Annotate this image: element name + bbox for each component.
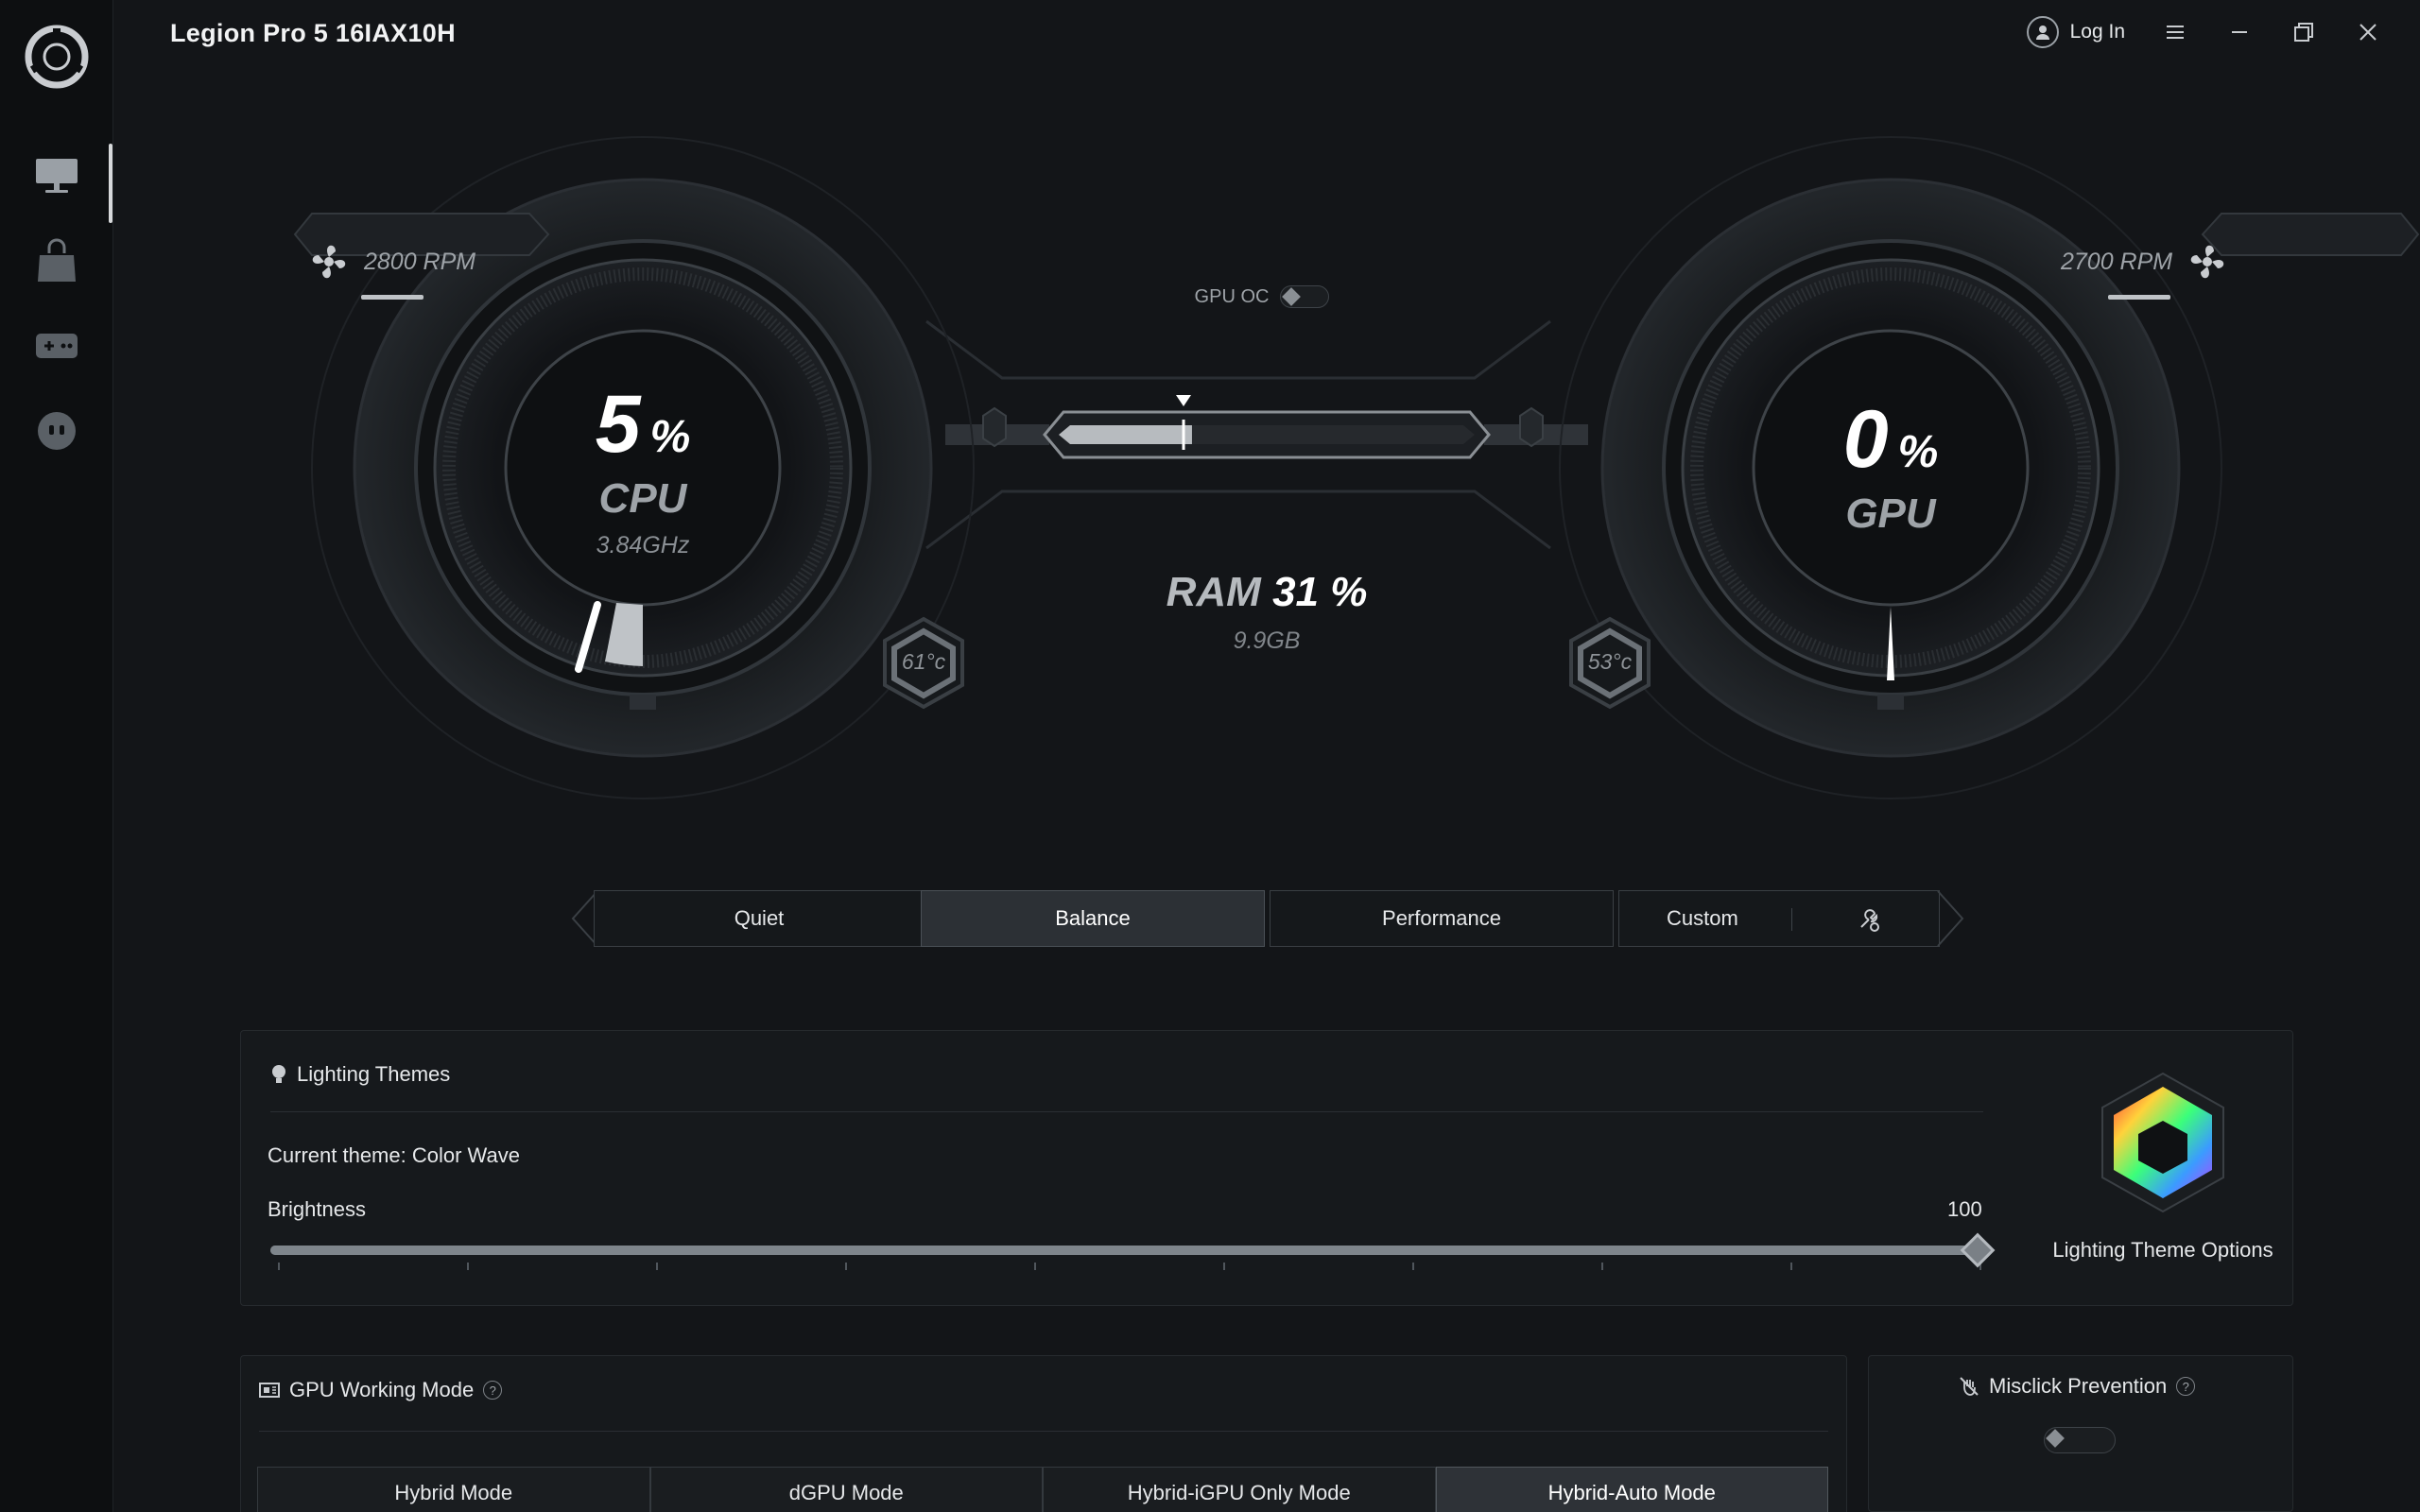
brightness-tick	[467, 1263, 469, 1270]
titlebar-controls: Log In	[2026, 13, 2382, 51]
lighting-panel	[240, 1030, 2293, 1306]
restore-icon	[2294, 23, 2313, 42]
sidebar-item-device[interactable]	[28, 147, 85, 204]
sidebar	[0, 0, 113, 1512]
cpu-label: CPU	[598, 475, 687, 522]
gpu-readout: 0% GPU	[1758, 393, 2023, 538]
ram-readout: RAM 31 %	[113, 569, 2420, 616]
brightness-tick	[1790, 1263, 1792, 1270]
user-icon	[2026, 16, 2059, 48]
gpu-usage-value: 0	[1842, 394, 1889, 485]
gpu-label: GPU	[1845, 490, 1936, 537]
help-icon[interactable]: ?	[2176, 1377, 2196, 1396]
restore-button[interactable]	[2290, 18, 2318, 46]
gpu-oc-label: GPU OC	[1194, 285, 1270, 307]
gpu-mode-hybrid-auto[interactable]: Hybrid-Auto Mode	[1435, 1467, 1828, 1512]
login-label: Log In	[2069, 21, 2125, 43]
mode-quiet[interactable]: Quiet	[594, 890, 925, 947]
brightness-tick	[278, 1263, 280, 1270]
bulb-icon	[272, 1065, 285, 1083]
ram-size: 9.9GB	[1233, 627, 1301, 654]
sidebar-item-store[interactable]	[28, 232, 85, 289]
performance-dashboard: 5% CPU 3.84GHz 0% GPU 2800 RPM 2700 RPM …	[113, 76, 2420, 832]
cpu-usage-unit: %	[649, 412, 691, 462]
misclick-label: Misclick Prevention	[1989, 1374, 2168, 1398]
minimize-button[interactable]	[2225, 18, 2254, 46]
gpu-working-mode-label: GPU Working Mode	[289, 1378, 475, 1401]
gpu-mode-hybrid-igpu-only[interactable]: Hybrid-iGPU Only Mode	[1043, 1467, 1436, 1512]
mode-bar-right-cap	[1937, 890, 1964, 947]
gpu-mode-dgpu[interactable]: dGPU Mode	[649, 1467, 1043, 1512]
mode-custom[interactable]: Custom	[1618, 890, 1940, 947]
legion-logo	[25, 25, 89, 89]
gpu-usage-unit: %	[1897, 427, 1939, 477]
brightness-tick	[656, 1263, 658, 1270]
lighting-theme-options-label: Lighting Theme Options	[2052, 1238, 2273, 1262]
lighting-title: Lighting Themes	[270, 1062, 450, 1087]
help-icon[interactable]: ?	[483, 1381, 503, 1400]
brightness-value: 100	[1947, 1197, 1982, 1221]
nav-active-indicator	[109, 144, 112, 223]
misclick-toggle[interactable]	[2044, 1427, 2116, 1453]
minimize-icon	[2232, 31, 2247, 33]
fan-icon	[2190, 245, 2224, 279]
gpu-mode-hybrid[interactable]: Hybrid Mode	[257, 1467, 650, 1512]
gpu-oc-control: GPU OC	[1177, 276, 1347, 318]
mode-custom-divider	[1791, 908, 1792, 931]
login-button[interactable]: Log In	[2026, 16, 2125, 48]
brightness-tick	[1223, 1263, 1225, 1270]
brightness-slider-fill	[270, 1246, 1978, 1255]
mode-balance[interactable]: Balance	[921, 890, 1265, 947]
brightness-tick	[1034, 1263, 1036, 1270]
hand-slash-icon	[1960, 1377, 1979, 1396]
shopping-bag-icon	[38, 238, 76, 282]
brightness-tick	[845, 1263, 847, 1270]
fan-icon	[312, 245, 346, 279]
ram-usage-unit: %	[1330, 569, 1368, 615]
app-title: Legion Pro 5 16IAX10H	[170, 19, 456, 47]
color-wheel-icon	[2101, 1072, 2224, 1213]
brightness-slider[interactable]	[270, 1246, 1978, 1255]
cpu-fan-speed: 2800 RPM	[307, 240, 475, 284]
custom-settings-icon[interactable]	[1856, 906, 1882, 933]
lighting-theme-options-button[interactable]	[2099, 1072, 2227, 1213]
sidebar-item-gaming[interactable]	[28, 318, 85, 374]
misclick-title: Misclick Prevention ?	[1959, 1374, 2196, 1399]
monitor-icon	[36, 159, 78, 193]
gpu-mode-selector: Hybrid Mode dGPU Mode Hybrid-iGPU Only M…	[257, 1467, 1828, 1512]
cpu-fan-rpm: 2800 RPM	[364, 248, 476, 275]
brightness-tick	[1601, 1263, 1603, 1270]
cpu-readout: 5% CPU 3.84GHz	[510, 378, 775, 559]
hamburger-icon	[2167, 26, 2184, 39]
robot-face-icon	[38, 412, 76, 450]
gpu-fan-speed: 2700 RPM	[2061, 240, 2229, 284]
ram-usage-value: 31	[1272, 569, 1320, 615]
cpu-frequency: 3.84GHz	[596, 532, 690, 558]
gpu-mode-divider	[259, 1431, 1828, 1432]
close-icon	[2360, 24, 2377, 41]
current-theme: Current theme: Color Wave	[268, 1143, 520, 1167]
dashboard-graphic	[293, 136, 2420, 799]
cpu-usage-value: 5	[595, 379, 641, 470]
performance-mode-bar: Quiet Balance Performance Custom	[571, 890, 1964, 947]
mode-performance[interactable]: Performance	[1270, 890, 1614, 947]
gpu-working-mode-title: GPU Working Mode ?	[259, 1378, 503, 1402]
lighting-divider	[270, 1111, 1983, 1112]
gpu-card-icon	[259, 1383, 280, 1398]
ram-label: RAM	[1166, 569, 1261, 615]
brightness-label: Brightness	[268, 1197, 366, 1221]
gpu-oc-toggle[interactable]	[1280, 285, 1330, 308]
lighting-title-label: Lighting Themes	[297, 1062, 451, 1086]
gpu-fan-rpm: 2700 RPM	[2061, 248, 2173, 275]
menu-button[interactable]	[2161, 18, 2189, 46]
mode-custom-label: Custom	[1667, 906, 1738, 930]
gamepad-icon	[36, 334, 78, 358]
brightness-tick	[1412, 1263, 1414, 1270]
close-button[interactable]	[2354, 18, 2382, 46]
sidebar-item-assistant[interactable]	[28, 403, 85, 459]
